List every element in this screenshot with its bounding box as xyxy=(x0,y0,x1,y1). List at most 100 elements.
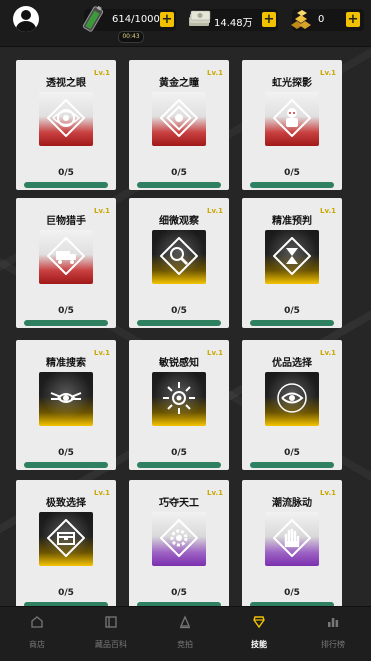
skill-progress-text: 0/5 xyxy=(171,306,187,316)
skill-card[interactable]: 敏锐感知 Lv.1 0/5 xyxy=(129,340,229,470)
nav-shop[interactable]: 商店 xyxy=(0,607,74,661)
skill-card[interactable]: 极致选择 Lv.1 0/5 xyxy=(16,480,116,610)
skill-level: Lv.1 xyxy=(207,69,223,77)
skill-level: Lv.1 xyxy=(94,349,110,357)
skill-icon-frame xyxy=(39,512,93,566)
skill-card[interactable]: 精准搜索 Lv.1 0/5 xyxy=(16,340,116,470)
skill-level: Lv.1 xyxy=(94,69,110,77)
cash-value: 14.48万 xyxy=(214,18,253,29)
nav-label: 排行榜 xyxy=(321,640,345,649)
top-bar: 614/1000 + 00:43 14.48万 + 0 + xyxy=(0,0,371,47)
add-cash-button[interactable]: + xyxy=(262,12,276,27)
skill-progress-bar xyxy=(137,320,221,326)
skill-level: Lv.1 xyxy=(207,349,223,357)
skill-progress-text: 0/5 xyxy=(284,306,300,316)
energy-timer: 00:43 xyxy=(118,31,144,43)
golden-eye-icon xyxy=(160,99,198,137)
skill-icon-frame xyxy=(265,512,319,566)
truck-icon xyxy=(47,237,85,275)
skill-card[interactable]: 巨物猎手 Lv.1 0/5 xyxy=(16,198,116,328)
skill-icon-frame xyxy=(39,230,93,284)
skill-level: Lv.1 xyxy=(94,207,110,215)
skill-progress-bar xyxy=(137,182,221,188)
skill-progress-text: 0/5 xyxy=(58,168,74,178)
robot-icon xyxy=(273,99,311,137)
radiating-eye-icon xyxy=(163,382,195,414)
skill-progress-text: 0/5 xyxy=(58,588,74,598)
skill-progress-text: 0/5 xyxy=(284,448,300,458)
avatar-head xyxy=(21,10,31,20)
skill-level: Lv.1 xyxy=(94,489,110,497)
avatar-body xyxy=(16,21,36,32)
skill-level: Lv.1 xyxy=(320,207,336,215)
skill-progress-bar xyxy=(250,462,334,468)
skill-icon-frame xyxy=(39,372,93,426)
gold-value: 0 xyxy=(318,14,325,25)
skill-progress-bar xyxy=(137,462,221,468)
skill-icon-frame xyxy=(152,92,206,146)
skill-icon xyxy=(253,616,265,629)
add-energy-button[interactable]: + xyxy=(160,12,174,27)
nav-label: 藏品百科 xyxy=(95,640,127,649)
cash-counter: 14.48万 + xyxy=(189,9,278,31)
skill-card[interactable]: 透视之眼 Lv.1 0/5 xyxy=(16,60,116,190)
skill-card[interactable]: 细微观察 Lv.1 0/5 xyxy=(129,198,229,328)
skill-card[interactable]: 巧夺天工 Lv.1 0/5 xyxy=(129,480,229,610)
skill-progress-text: 0/5 xyxy=(171,448,187,458)
skill-level: Lv.1 xyxy=(207,489,223,497)
cash-icon xyxy=(189,10,211,26)
skill-progress-text: 0/5 xyxy=(171,588,187,598)
skill-progress-text: 0/5 xyxy=(284,588,300,598)
hourglass-icon xyxy=(273,237,311,275)
skill-icon-frame xyxy=(152,230,206,284)
nav-label: 商店 xyxy=(29,640,45,649)
nav-skills[interactable]: 技能 xyxy=(222,607,296,661)
hand-icon xyxy=(273,519,311,557)
skill-icon-frame xyxy=(265,230,319,284)
energy-value: 614/1000 xyxy=(112,14,160,25)
add-gold-button[interactable]: + xyxy=(346,12,360,27)
skill-card[interactable]: 黄金之瞳 Lv.1 0/5 xyxy=(129,60,229,190)
skill-card[interactable]: 虹光探影 Lv.1 0/5 xyxy=(242,60,342,190)
bottom-nav: 商店 藏品百科 竞拍 技能 排行榜 xyxy=(0,606,371,661)
eye-swirl-icon xyxy=(47,99,85,137)
skill-progress-text: 0/5 xyxy=(58,448,74,458)
leaderboard-icon xyxy=(328,618,339,627)
nav-leaderboard[interactable]: 排行榜 xyxy=(296,607,370,661)
nav-auction[interactable]: 竞拍 xyxy=(148,607,222,661)
battery-icon xyxy=(82,5,104,32)
book-icon xyxy=(105,616,117,628)
skill-icon-frame xyxy=(265,372,319,426)
skill-progress-text: 0/5 xyxy=(284,168,300,178)
skill-progress-bar xyxy=(24,320,108,326)
skill-progress-bar xyxy=(24,182,108,188)
chest-icon xyxy=(47,519,85,557)
skill-progress-text: 0/5 xyxy=(58,306,74,316)
skill-progress-text: 0/5 xyxy=(171,168,187,178)
nav-encyclopedia[interactable]: 藏品百科 xyxy=(74,607,148,661)
nav-label: 竞拍 xyxy=(177,640,193,649)
skill-card[interactable]: 潮流脉动 Lv.1 0/5 xyxy=(242,480,342,610)
gold-bars-icon xyxy=(291,10,311,29)
skill-progress-bar xyxy=(24,462,108,468)
eye-target-icon xyxy=(277,383,307,413)
winged-eye-icon xyxy=(50,392,82,403)
skill-icon-frame xyxy=(152,372,206,426)
magnifier-icon xyxy=(160,237,198,275)
skill-level: Lv.1 xyxy=(320,69,336,77)
nav-label: 技能 xyxy=(251,640,267,649)
avatar[interactable] xyxy=(13,6,39,32)
skill-card[interactable]: 精准预判 Lv.1 0/5 xyxy=(242,198,342,328)
skill-progress-bar xyxy=(250,182,334,188)
energy-counter: 614/1000 + xyxy=(82,5,176,32)
shop-icon xyxy=(31,616,43,628)
skill-icon-frame xyxy=(152,512,206,566)
skill-icon-frame xyxy=(265,92,319,146)
skill-level: Lv.1 xyxy=(320,349,336,357)
gavel-icon xyxy=(179,615,191,629)
skill-progress-bar xyxy=(250,320,334,326)
skill-level: Lv.1 xyxy=(320,489,336,497)
skill-card[interactable]: 优品选择 Lv.1 0/5 xyxy=(242,340,342,470)
gear-badge-icon xyxy=(160,519,198,557)
skill-level: Lv.1 xyxy=(207,207,223,215)
